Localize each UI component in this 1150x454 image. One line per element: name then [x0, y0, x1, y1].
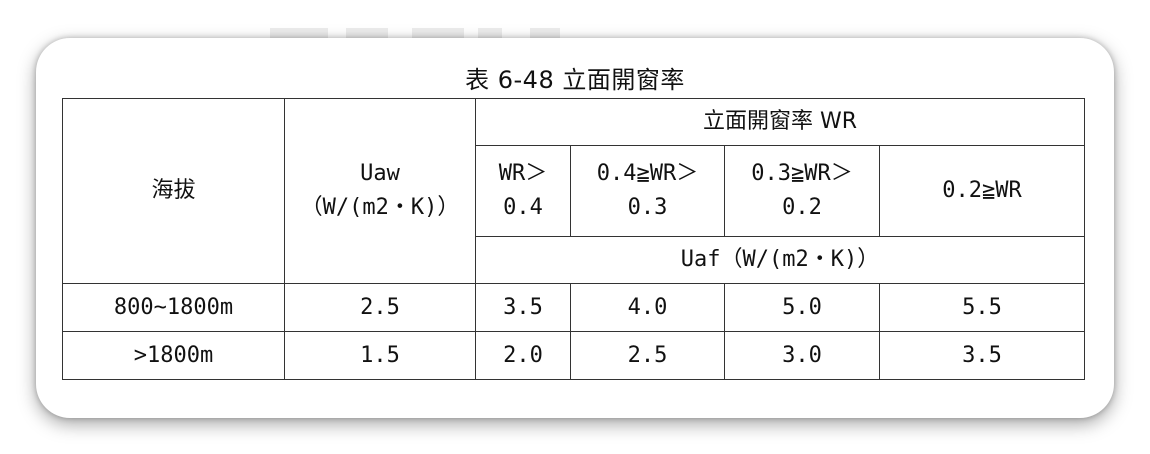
wr-col-line1: 0.4≧WR＞ — [596, 161, 699, 186]
uaf-cell: 3.5 — [878, 331, 1086, 380]
uaw-cell: 2.5 — [284, 283, 476, 332]
uaw-cell: 1.5 — [284, 331, 476, 380]
wr-col-line2: 0.2 — [782, 195, 822, 220]
wr-col-header: 0.2≧WR — [878, 145, 1086, 237]
wr-col-line2: 0.3 — [627, 195, 668, 220]
table-caption: 表 6-48 立面開窗率 — [465, 66, 685, 94]
wr-group-header: 立面開窗率 WR — [474, 98, 1086, 146]
table-row: >1800m 1.5 2.0 2.5 3.0 3.5 — [62, 331, 1086, 380]
uaf-cell: 2.0 — [475, 331, 571, 380]
altitude-cell: 800~1800m — [62, 283, 285, 332]
wr-col-header: 0.3≧WR＞ 0.2 — [724, 145, 880, 237]
altitude-cell: >1800m — [62, 331, 285, 380]
altitude-header: 海拔 — [62, 98, 285, 284]
wr-col-header: 0.4≧WR＞ 0.3 — [570, 145, 725, 237]
uaf-cell: 2.5 — [570, 331, 725, 380]
header-row-1: 海拔 Uaw （W/(m2・K)） 立面開窗率 WR — [62, 98, 1086, 284]
uaw-header-line2: （W/(m2・K)） — [300, 195, 460, 220]
wr-col-line1: WR＞ — [498, 161, 548, 186]
uaf-cell: 5.5 — [878, 283, 1086, 332]
uaf-cell: 4.0 — [570, 283, 725, 332]
wr-col-line1: 0.3≧WR＞ — [751, 161, 853, 186]
uaw-header-line1: Uaw — [360, 161, 400, 186]
wr-col-header: WR＞ 0.4 — [475, 145, 571, 237]
uaf-cell: 3.5 — [475, 283, 571, 332]
uaf-cell: 3.0 — [724, 331, 880, 380]
table-row: 800~1800m 2.5 3.5 4.0 5.0 5.5 — [62, 283, 1086, 332]
uaw-header: Uaw （W/(m2・K)） — [284, 98, 476, 284]
window-ratio-table: 海拔 Uaw （W/(m2・K)） 立面開窗率 WR WR＞ 0.4 0.4≧W… — [62, 98, 1086, 380]
uaf-cell: 5.0 — [724, 283, 880, 332]
wr-col-line2: 0.4 — [503, 195, 543, 220]
page-background: 表 6-48 立面開窗率 海拔 Uaw （W/(m2・K)） 立面開窗率 WR … — [0, 0, 1150, 454]
uaf-header: Uaf（W/(m2・K)） — [474, 236, 1086, 284]
